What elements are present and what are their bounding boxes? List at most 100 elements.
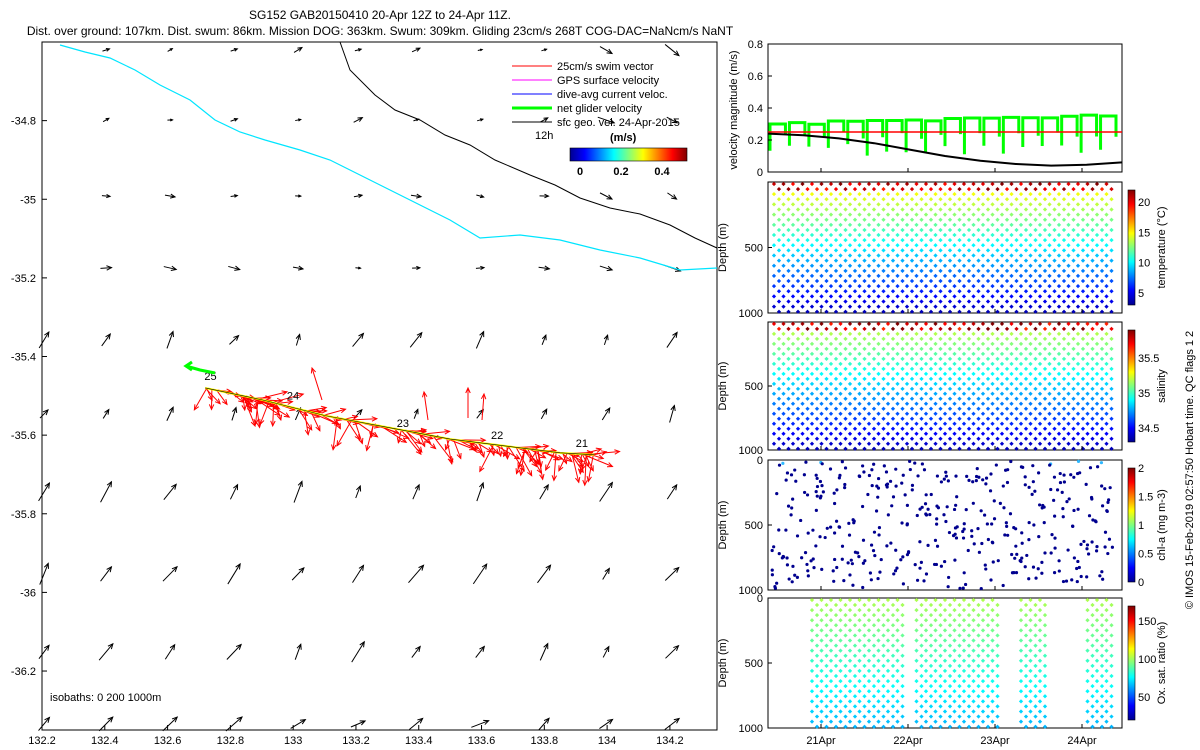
chla-point	[935, 517, 939, 521]
chla-point	[894, 548, 898, 552]
chla-point	[818, 496, 822, 500]
figure-canvas: 2524232221 132.2 132.4 132.6 132.8 133 133.2 1…	[11, 39, 1196, 747]
chla-point	[872, 530, 877, 534]
chla-point	[800, 556, 804, 560]
chla-point	[983, 563, 987, 567]
chla-point	[1060, 490, 1064, 494]
chla-point	[843, 466, 848, 470]
velocity-frame	[767, 43, 1123, 173]
chla-point	[878, 570, 882, 574]
salinity-cbar-tick: 35	[1138, 388, 1150, 400]
oxygen-panel: 0 500 1000 Depth (m) 50 100 150 Ox. sat. ratio …	[717, 593, 1168, 735]
chla-point	[794, 479, 798, 483]
chla-point	[915, 513, 919, 518]
chla-point	[1062, 473, 1066, 477]
day-label: 21	[576, 438, 588, 450]
chla-point	[916, 474, 920, 478]
chla-point	[787, 577, 791, 581]
chla-point	[1052, 475, 1057, 479]
chla-point	[946, 479, 950, 483]
map-xtick-label: 132.6	[154, 735, 182, 747]
legend-dac-label: dive-avg current veloc.	[557, 89, 668, 101]
chla-point	[990, 540, 994, 544]
chla-point	[967, 478, 971, 482]
chla-point	[1069, 473, 1073, 477]
chla-point	[1086, 552, 1091, 556]
chla-point	[890, 504, 894, 508]
oxygen-ytick-label: 0	[757, 593, 763, 605]
chla-point	[899, 558, 903, 562]
salinity-cbar-tick: 35.5	[1138, 353, 1159, 365]
chla-point	[947, 575, 951, 580]
chla-point	[1027, 577, 1031, 581]
chla-point	[1090, 540, 1094, 544]
chla-point	[1019, 465, 1024, 469]
chla-point	[962, 522, 966, 526]
chla-point	[939, 564, 943, 568]
legend-gps-label: GPS surface velocity	[557, 75, 660, 87]
chla-point	[877, 533, 881, 537]
chla-point	[1064, 579, 1069, 583]
chla-point	[1036, 471, 1041, 475]
salinity-ylabel: Depth (m)	[717, 362, 729, 411]
chla-point	[1076, 507, 1080, 511]
chla-point	[961, 586, 965, 590]
chla-point	[833, 501, 837, 506]
chla-point	[913, 461, 917, 465]
chla-point	[952, 507, 957, 512]
chla-point	[1020, 556, 1024, 560]
chla-point	[1048, 463, 1052, 467]
oxygen-cbar-label: Ox. sat. ratio (%)	[1156, 622, 1168, 705]
time-tick-label: 23Apr	[980, 735, 1010, 747]
velocity-ylabel: velocity magnitude (m/s)	[728, 50, 740, 169]
chla-point	[942, 477, 946, 481]
chla-point	[958, 586, 962, 590]
chla-point	[894, 484, 898, 488]
chla-point	[886, 513, 890, 517]
map-ytick-label: -35.8	[11, 509, 36, 521]
chla-point	[984, 476, 989, 480]
chla-point	[1042, 521, 1046, 525]
velocity-ytick-label: 0.2	[748, 135, 763, 147]
chla-point	[1058, 480, 1063, 485]
chla-point	[924, 493, 928, 497]
chla-point	[861, 561, 865, 565]
chla-point	[1014, 544, 1018, 548]
chla-point	[1043, 551, 1047, 555]
chla-point	[965, 474, 969, 478]
map-xtick-label: 133.2	[342, 735, 370, 747]
chla-point	[1106, 551, 1110, 556]
colorbar-unit: (m/s)	[610, 132, 637, 144]
chla-point	[1040, 506, 1044, 510]
chla-point	[804, 460, 808, 464]
chla-point	[1008, 512, 1013, 516]
chla-point	[1005, 524, 1009, 528]
chla-point	[1095, 545, 1099, 549]
chla-point	[805, 493, 810, 497]
chla-point	[1079, 574, 1083, 579]
chla-point	[876, 495, 880, 499]
chla-point	[786, 504, 791, 508]
chla-point	[802, 473, 806, 477]
chla-point	[1094, 520, 1098, 524]
chla-point	[943, 559, 947, 564]
chla-point	[820, 484, 824, 488]
chla-point	[971, 501, 975, 505]
chla-point	[847, 533, 852, 537]
oxygen-ylabel: Depth (m)	[717, 639, 729, 688]
chla-cbar-tick: 2	[1138, 463, 1144, 475]
chla-point	[1036, 567, 1040, 571]
chla-point	[885, 485, 889, 489]
colorbar-tick-2: 0.4	[654, 166, 670, 178]
chla-point	[906, 551, 911, 555]
chla-point	[884, 470, 889, 474]
chla-point	[867, 473, 872, 478]
chla-point	[919, 560, 923, 564]
map-ytick-label: -36	[20, 587, 36, 599]
chla-point	[821, 490, 825, 494]
chla-point	[835, 565, 839, 570]
chla-point	[1052, 498, 1056, 502]
chla-point	[955, 495, 959, 499]
chla-point	[814, 473, 818, 477]
chla-point	[962, 571, 966, 575]
